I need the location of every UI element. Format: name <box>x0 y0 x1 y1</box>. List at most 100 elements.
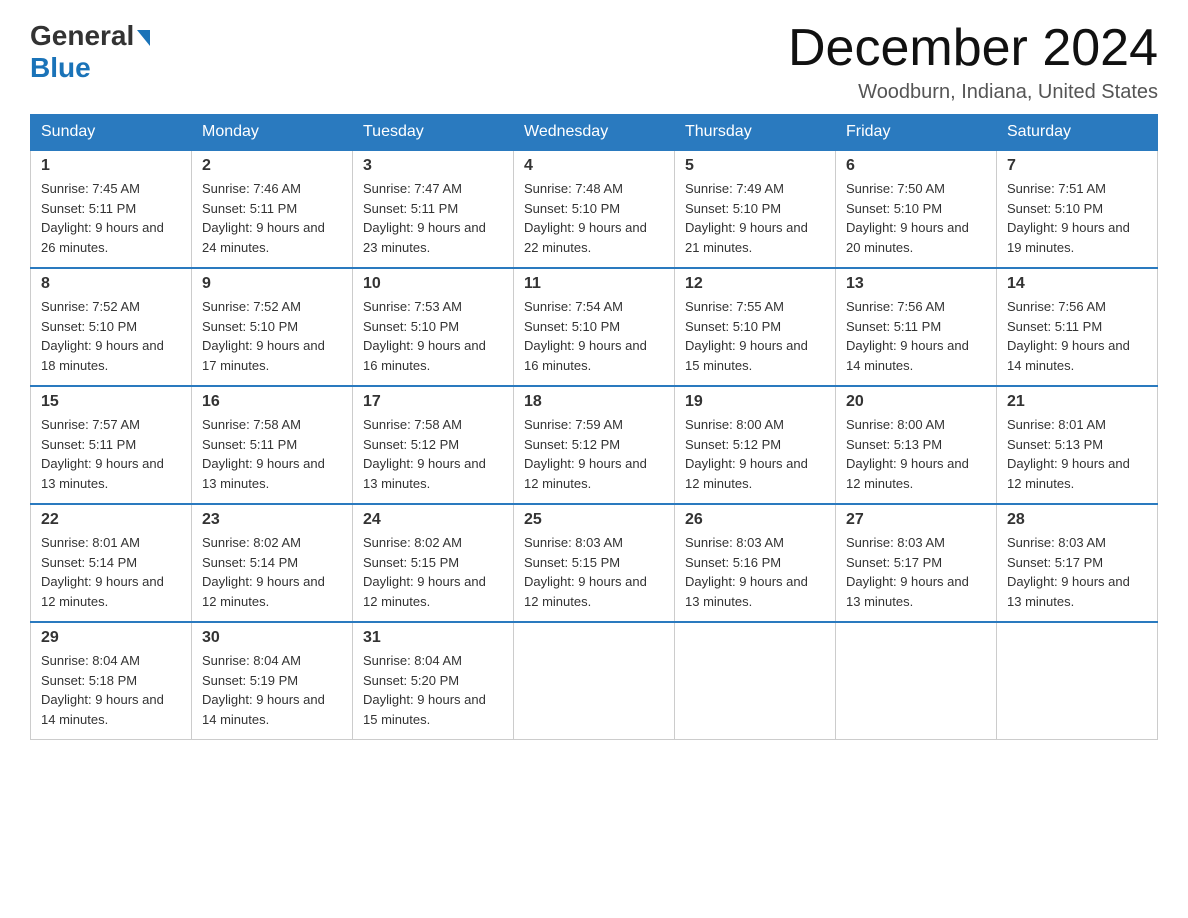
table-row: 18 Sunrise: 7:59 AM Sunset: 5:12 PM Dayl… <box>514 386 675 504</box>
day-number: 27 <box>846 511 986 529</box>
day-number: 28 <box>1007 511 1147 529</box>
table-row: 20 Sunrise: 8:00 AM Sunset: 5:13 PM Dayl… <box>836 386 997 504</box>
day-number: 14 <box>1007 275 1147 293</box>
day-info: Sunrise: 8:01 AM Sunset: 5:14 PM Dayligh… <box>41 533 181 611</box>
day-info: Sunrise: 7:51 AM Sunset: 5:10 PM Dayligh… <box>1007 179 1147 257</box>
day-number: 13 <box>846 275 986 293</box>
table-row: 26 Sunrise: 8:03 AM Sunset: 5:16 PM Dayl… <box>675 504 836 622</box>
col-friday: Friday <box>836 115 997 151</box>
table-row: 11 Sunrise: 7:54 AM Sunset: 5:10 PM Dayl… <box>514 268 675 386</box>
day-info: Sunrise: 8:04 AM Sunset: 5:20 PM Dayligh… <box>363 651 503 729</box>
table-row: 23 Sunrise: 8:02 AM Sunset: 5:14 PM Dayl… <box>192 504 353 622</box>
day-info: Sunrise: 7:55 AM Sunset: 5:10 PM Dayligh… <box>685 297 825 375</box>
day-info: Sunrise: 8:01 AM Sunset: 5:13 PM Dayligh… <box>1007 415 1147 493</box>
table-row: 22 Sunrise: 8:01 AM Sunset: 5:14 PM Dayl… <box>31 504 192 622</box>
day-number: 16 <box>202 393 342 411</box>
calendar-table: Sunday Monday Tuesday Wednesday Thursday… <box>30 114 1158 740</box>
table-row: 16 Sunrise: 7:58 AM Sunset: 5:11 PM Dayl… <box>192 386 353 504</box>
calendar-week-row: 22 Sunrise: 8:01 AM Sunset: 5:14 PM Dayl… <box>31 504 1158 622</box>
col-monday: Monday <box>192 115 353 151</box>
day-info: Sunrise: 7:49 AM Sunset: 5:10 PM Dayligh… <box>685 179 825 257</box>
month-title: December 2024 <box>788 20 1158 77</box>
table-row: 3 Sunrise: 7:47 AM Sunset: 5:11 PM Dayli… <box>353 150 514 268</box>
table-row: 15 Sunrise: 7:57 AM Sunset: 5:11 PM Dayl… <box>31 386 192 504</box>
day-number: 26 <box>685 511 825 529</box>
day-number: 6 <box>846 157 986 175</box>
day-info: Sunrise: 8:00 AM Sunset: 5:12 PM Dayligh… <box>685 415 825 493</box>
page-header: General Blue December 2024 Woodburn, Ind… <box>30 20 1158 104</box>
day-info: Sunrise: 8:02 AM Sunset: 5:15 PM Dayligh… <box>363 533 503 611</box>
day-info: Sunrise: 7:59 AM Sunset: 5:12 PM Dayligh… <box>524 415 664 493</box>
calendar-week-row: 8 Sunrise: 7:52 AM Sunset: 5:10 PM Dayli… <box>31 268 1158 386</box>
day-info: Sunrise: 7:53 AM Sunset: 5:10 PM Dayligh… <box>363 297 503 375</box>
day-info: Sunrise: 7:54 AM Sunset: 5:10 PM Dayligh… <box>524 297 664 375</box>
table-row: 21 Sunrise: 8:01 AM Sunset: 5:13 PM Dayl… <box>997 386 1158 504</box>
day-number: 30 <box>202 629 342 647</box>
calendar-header-row: Sunday Monday Tuesday Wednesday Thursday… <box>31 115 1158 151</box>
location: Woodburn, Indiana, United States <box>788 81 1158 104</box>
day-info: Sunrise: 7:50 AM Sunset: 5:10 PM Dayligh… <box>846 179 986 257</box>
table-row: 9 Sunrise: 7:52 AM Sunset: 5:10 PM Dayli… <box>192 268 353 386</box>
day-info: Sunrise: 8:00 AM Sunset: 5:13 PM Dayligh… <box>846 415 986 493</box>
table-row: 28 Sunrise: 8:03 AM Sunset: 5:17 PM Dayl… <box>997 504 1158 622</box>
day-number: 11 <box>524 275 664 293</box>
day-number: 4 <box>524 157 664 175</box>
day-number: 8 <box>41 275 181 293</box>
day-info: Sunrise: 7:57 AM Sunset: 5:11 PM Dayligh… <box>41 415 181 493</box>
day-number: 18 <box>524 393 664 411</box>
day-number: 5 <box>685 157 825 175</box>
day-info: Sunrise: 8:03 AM Sunset: 5:16 PM Dayligh… <box>685 533 825 611</box>
logo-line2: Blue <box>30 52 91 84</box>
calendar-week-row: 15 Sunrise: 7:57 AM Sunset: 5:11 PM Dayl… <box>31 386 1158 504</box>
day-number: 9 <box>202 275 342 293</box>
table-row: 24 Sunrise: 8:02 AM Sunset: 5:15 PM Dayl… <box>353 504 514 622</box>
logo-line1: General <box>30 20 150 52</box>
table-row: 27 Sunrise: 8:03 AM Sunset: 5:17 PM Dayl… <box>836 504 997 622</box>
day-number: 19 <box>685 393 825 411</box>
title-area: December 2024 Woodburn, Indiana, United … <box>788 20 1158 104</box>
day-info: Sunrise: 8:03 AM Sunset: 5:17 PM Dayligh… <box>1007 533 1147 611</box>
day-info: Sunrise: 7:48 AM Sunset: 5:10 PM Dayligh… <box>524 179 664 257</box>
table-row <box>514 622 675 740</box>
table-row: 25 Sunrise: 8:03 AM Sunset: 5:15 PM Dayl… <box>514 504 675 622</box>
table-row: 2 Sunrise: 7:46 AM Sunset: 5:11 PM Dayli… <box>192 150 353 268</box>
table-row: 14 Sunrise: 7:56 AM Sunset: 5:11 PM Dayl… <box>997 268 1158 386</box>
table-row: 17 Sunrise: 7:58 AM Sunset: 5:12 PM Dayl… <box>353 386 514 504</box>
logo: General Blue <box>30 20 150 84</box>
table-row: 8 Sunrise: 7:52 AM Sunset: 5:10 PM Dayli… <box>31 268 192 386</box>
table-row: 7 Sunrise: 7:51 AM Sunset: 5:10 PM Dayli… <box>997 150 1158 268</box>
col-saturday: Saturday <box>997 115 1158 151</box>
table-row <box>836 622 997 740</box>
table-row: 29 Sunrise: 8:04 AM Sunset: 5:18 PM Dayl… <box>31 622 192 740</box>
col-thursday: Thursday <box>675 115 836 151</box>
day-info: Sunrise: 7:52 AM Sunset: 5:10 PM Dayligh… <box>41 297 181 375</box>
day-number: 29 <box>41 629 181 647</box>
table-row: 10 Sunrise: 7:53 AM Sunset: 5:10 PM Dayl… <box>353 268 514 386</box>
day-number: 7 <box>1007 157 1147 175</box>
day-number: 2 <box>202 157 342 175</box>
day-number: 23 <box>202 511 342 529</box>
col-tuesday: Tuesday <box>353 115 514 151</box>
day-info: Sunrise: 7:46 AM Sunset: 5:11 PM Dayligh… <box>202 179 342 257</box>
day-number: 17 <box>363 393 503 411</box>
day-number: 12 <box>685 275 825 293</box>
day-info: Sunrise: 7:47 AM Sunset: 5:11 PM Dayligh… <box>363 179 503 257</box>
table-row: 19 Sunrise: 8:00 AM Sunset: 5:12 PM Dayl… <box>675 386 836 504</box>
table-row: 12 Sunrise: 7:55 AM Sunset: 5:10 PM Dayl… <box>675 268 836 386</box>
day-number: 15 <box>41 393 181 411</box>
day-number: 31 <box>363 629 503 647</box>
table-row: 6 Sunrise: 7:50 AM Sunset: 5:10 PM Dayli… <box>836 150 997 268</box>
day-info: Sunrise: 8:04 AM Sunset: 5:18 PM Dayligh… <box>41 651 181 729</box>
day-number: 24 <box>363 511 503 529</box>
calendar-week-row: 29 Sunrise: 8:04 AM Sunset: 5:18 PM Dayl… <box>31 622 1158 740</box>
day-info: Sunrise: 7:56 AM Sunset: 5:11 PM Dayligh… <box>1007 297 1147 375</box>
day-number: 10 <box>363 275 503 293</box>
day-info: Sunrise: 8:02 AM Sunset: 5:14 PM Dayligh… <box>202 533 342 611</box>
day-number: 20 <box>846 393 986 411</box>
table-row: 1 Sunrise: 7:45 AM Sunset: 5:11 PM Dayli… <box>31 150 192 268</box>
table-row: 31 Sunrise: 8:04 AM Sunset: 5:20 PM Dayl… <box>353 622 514 740</box>
day-info: Sunrise: 8:03 AM Sunset: 5:17 PM Dayligh… <box>846 533 986 611</box>
day-number: 25 <box>524 511 664 529</box>
col-sunday: Sunday <box>31 115 192 151</box>
day-number: 22 <box>41 511 181 529</box>
